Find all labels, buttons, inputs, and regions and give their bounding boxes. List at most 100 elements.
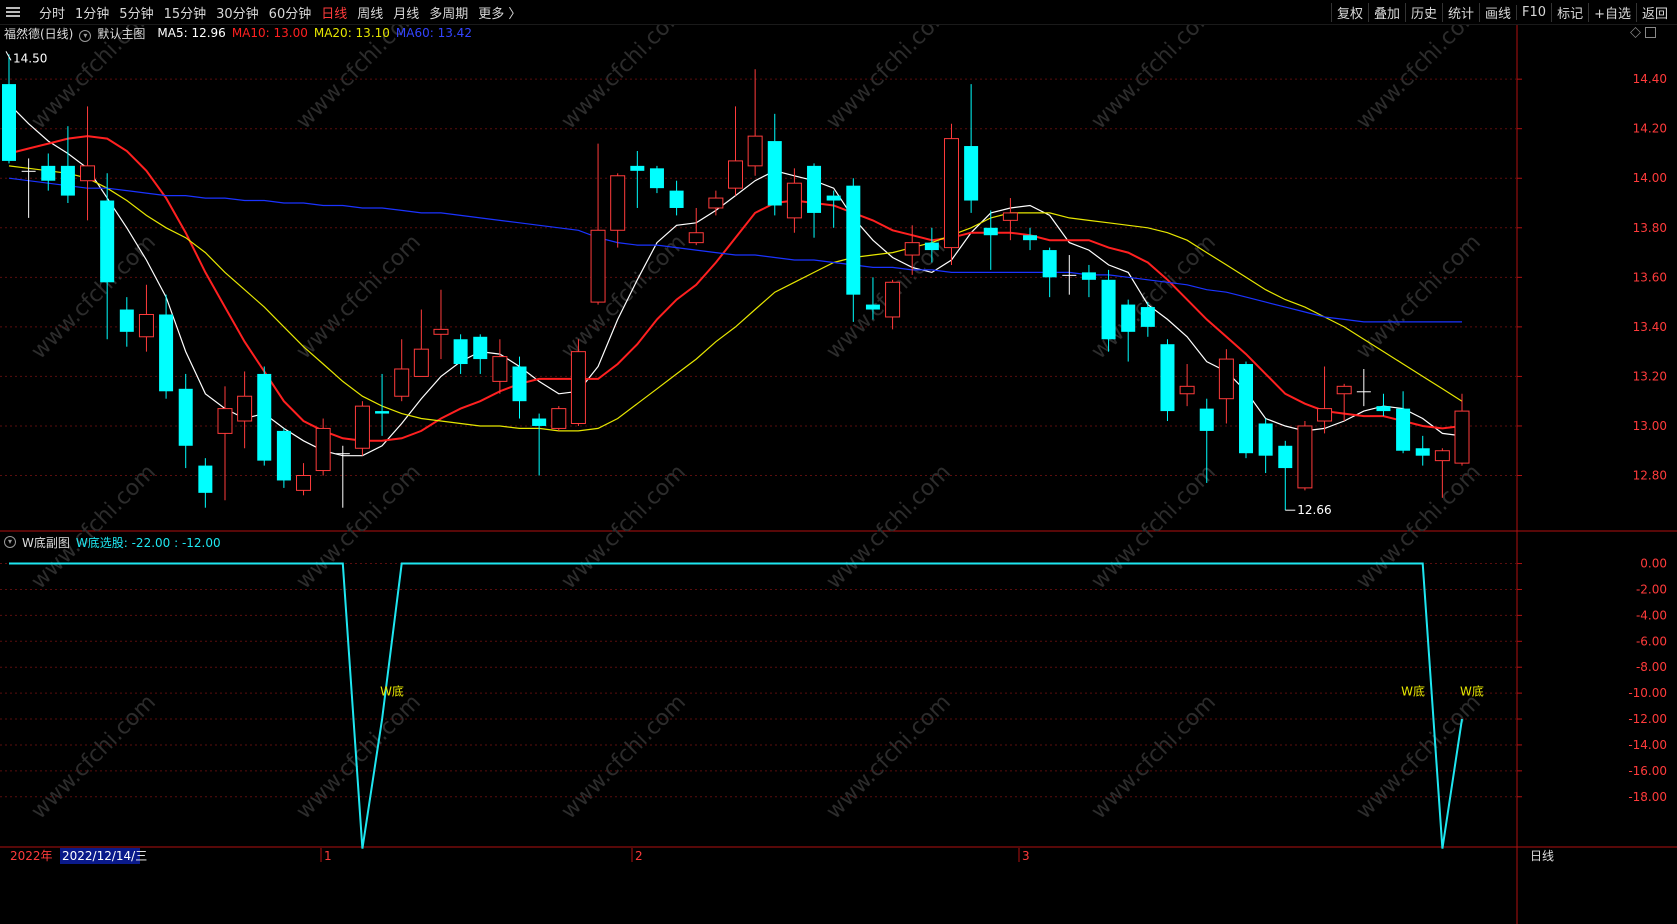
period-toolbar: 分时 1分钟 5分钟 15分钟 30分钟 60分钟 日线 周线 月线 多周期 更…	[0, 0, 1677, 25]
sub-legend: ▾ W底副图 W底选股: -22.00 : -12.00	[4, 534, 227, 550]
candle	[453, 334, 468, 374]
candle-body	[138, 313, 154, 338]
candle-body	[943, 138, 959, 249]
tab-more[interactable]: 更多 〉	[473, 3, 526, 22]
candle-body	[1002, 212, 1018, 221]
period-tabs: 分时 1分钟 5分钟 15分钟 30分钟 60分钟 日线 周线 月线 多周期 更…	[2, 2, 526, 22]
tab-60min[interactable]: 60分钟	[264, 3, 317, 22]
candle	[807, 163, 822, 238]
settings-circle-icon[interactable]: ▾	[79, 29, 92, 42]
watermark-text: www.cfchi.com	[1352, 460, 1486, 594]
candle-body	[649, 168, 664, 189]
candle-body	[413, 348, 429, 377]
watermark-text: www.cfchi.com	[822, 690, 956, 824]
stats-button[interactable]: 统计	[1442, 2, 1479, 22]
candle	[100, 173, 115, 340]
candle	[1336, 383, 1352, 422]
candle	[786, 168, 802, 233]
candle	[964, 84, 979, 213]
chart-svg: www.cfchi.com www.cfchi.com www.cfchi.com w…	[0, 0, 1677, 924]
overlay-button[interactable]: 叠加	[1367, 2, 1405, 22]
candle-body	[1042, 250, 1057, 278]
candle-body	[1081, 272, 1096, 280]
tab-1min[interactable]: 1分钟	[70, 3, 114, 22]
template-name[interactable]: ▾ 默认主图	[79, 25, 151, 42]
sub-chart-name[interactable]: W底副图	[22, 534, 70, 551]
mark-button[interactable]: 标记	[1551, 2, 1588, 22]
ma10-label: MA10: 13.00	[231, 26, 308, 40]
candle	[512, 356, 527, 419]
add-watchlist-button[interactable]: +自选	[1588, 2, 1636, 22]
f10-button[interactable]: F10	[1516, 4, 1551, 20]
candle-body	[60, 165, 75, 196]
w-bottom-marker: W底	[1460, 684, 1484, 699]
sub-settings-icon[interactable]: ▾	[4, 536, 16, 548]
candle-body	[826, 195, 841, 201]
candle	[119, 297, 134, 347]
candle	[1258, 418, 1273, 474]
candle-body	[551, 408, 567, 429]
maximize-icon[interactable]	[1645, 27, 1656, 38]
candle-body	[1239, 364, 1254, 454]
candle	[41, 153, 56, 191]
candle-body	[708, 197, 724, 209]
candle	[138, 284, 154, 352]
tab-monthly[interactable]: 月线	[388, 3, 424, 22]
back-button[interactable]: 返回	[1635, 2, 1673, 22]
candle-body	[1023, 235, 1038, 241]
candle-body	[492, 356, 508, 382]
candle-body	[119, 309, 134, 332]
candle-body	[1062, 274, 1077, 276]
candle	[1023, 227, 1038, 251]
candle-body	[178, 388, 193, 446]
candle	[217, 386, 233, 501]
candle-body	[1199, 408, 1214, 431]
candle-body	[532, 418, 547, 426]
watermark-text: www.cfchi.com	[27, 460, 161, 594]
tab-15min[interactable]: 15分钟	[159, 3, 212, 22]
adjust-button[interactable]: 复权	[1330, 2, 1368, 22]
history-button[interactable]: 历史	[1404, 2, 1442, 22]
month-label: 1	[324, 849, 332, 863]
y-tick-label: 13.60	[1633, 270, 1667, 284]
menu-icon[interactable]	[6, 6, 30, 18]
candle-body	[1218, 358, 1234, 400]
sub-indicator-value: W底选股: -22.00 : -12.00	[75, 535, 221, 550]
tab-multi-period[interactable]: 多周期	[424, 3, 473, 22]
candle-body	[100, 200, 115, 283]
sub-y-tick-label: -6.00	[1636, 634, 1667, 648]
candle-body	[630, 165, 645, 171]
candle	[413, 309, 429, 377]
tab-weekly[interactable]: 周线	[352, 3, 388, 22]
candle	[728, 106, 743, 196]
y-tick-label: 13.40	[1633, 320, 1667, 334]
tab-30min[interactable]: 30分钟	[211, 3, 264, 22]
draw-button[interactable]: 画线	[1479, 2, 1516, 22]
candle	[80, 106, 96, 221]
diamond-icon[interactable]	[1630, 27, 1641, 38]
y-tick-label: 13.00	[1633, 419, 1667, 433]
y-tick-label: 13.80	[1633, 221, 1667, 235]
candle	[1376, 393, 1391, 417]
tab-fenshi[interactable]: 分时	[34, 3, 70, 22]
candle-body	[1258, 423, 1273, 456]
candle	[570, 339, 586, 426]
candle-body	[375, 411, 390, 414]
candle-body	[1160, 344, 1175, 412]
candle	[1042, 247, 1057, 298]
candle	[1081, 264, 1096, 298]
candle	[473, 334, 488, 374]
tab-5min[interactable]: 5分钟	[114, 3, 158, 22]
tab-daily[interactable]: 日线	[316, 3, 352, 22]
candle-body	[217, 408, 233, 434]
watermark-text: www.cfchi.com	[1352, 690, 1486, 824]
y-tick-label: 13.20	[1633, 369, 1667, 383]
candle-body	[1454, 410, 1470, 464]
candle	[1179, 364, 1195, 407]
stock-title[interactable]: 福然德(日线)	[4, 25, 73, 42]
template-label: 默认主图	[97, 26, 146, 41]
year-label: 2022年	[10, 849, 53, 863]
candle-body	[570, 351, 586, 424]
sub-y-tick-label: -18.00	[1628, 790, 1667, 804]
candle	[532, 413, 547, 476]
